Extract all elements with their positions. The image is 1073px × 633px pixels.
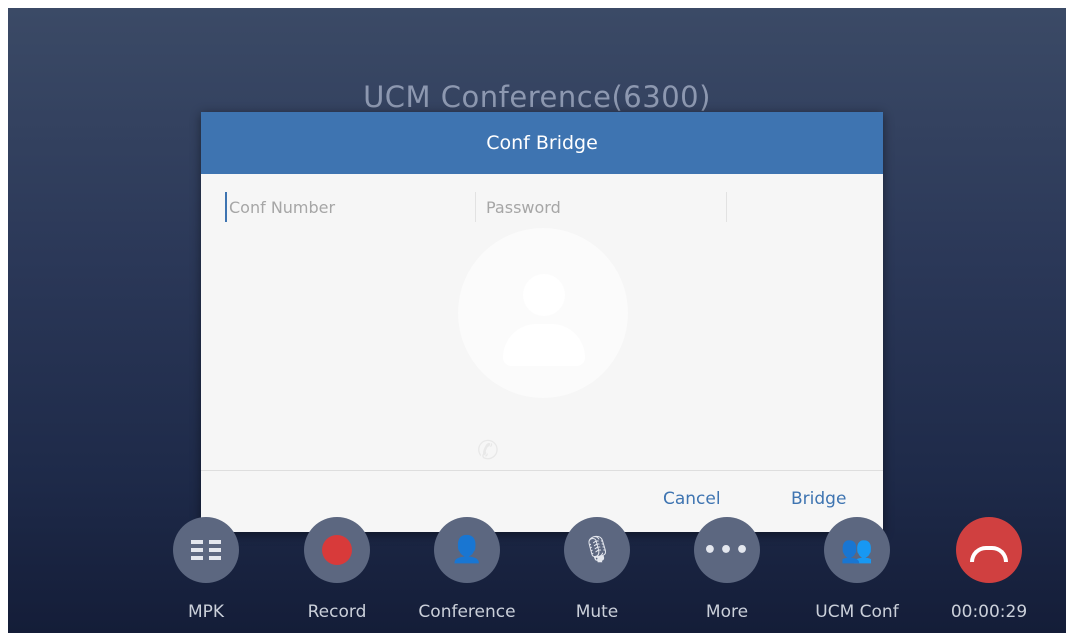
password-input[interactable]: Password (475, 192, 727, 222)
dialog-fields: Conf Number Password (201, 174, 883, 236)
record-control[interactable]: Record (282, 517, 392, 622)
mpk-control[interactable]: MPK (151, 517, 261, 622)
phone-icon: ✆ (477, 436, 499, 466)
dialog-title: Conf Bridge (201, 112, 883, 174)
record-dot-icon[interactable] (304, 517, 370, 583)
group-icon[interactable]: 👥 (824, 517, 890, 583)
conference-control[interactable]: 👤 Conference (412, 517, 522, 622)
mute-label: Mute (575, 602, 619, 622)
call-timer: 00:00:29 (950, 602, 1028, 622)
avatar-shoulders (503, 324, 585, 366)
more-label: More (705, 602, 749, 622)
more-control[interactable]: ••• More (672, 517, 782, 622)
ucm-conf-control[interactable]: 👥 UCM Conf (802, 517, 912, 622)
faded-call-info: ✆ (477, 436, 499, 466)
cancel-button[interactable]: Cancel (657, 485, 727, 513)
conf-number-input[interactable]: Conf Number (225, 192, 475, 222)
avatar-head (523, 274, 565, 316)
end-call-control[interactable]: 00:00:29 (934, 517, 1044, 622)
avatar-icon (458, 228, 628, 398)
more-dots-icon[interactable]: ••• (694, 517, 760, 583)
mute-control[interactable]: 🎙 Mute (542, 517, 652, 622)
mute-mic-icon[interactable]: 🎙 (564, 517, 630, 583)
dialog-body: ✆ (201, 228, 883, 470)
grid-icon[interactable] (173, 517, 239, 583)
bridge-button[interactable]: Bridge (785, 485, 852, 513)
add-person-icon[interactable]: 👤 (434, 517, 500, 583)
call-screen: UCM Conference(6300) Conf Bridge Conf Nu… (8, 8, 1066, 633)
ucm-conf-label: UCM Conf (815, 602, 899, 622)
call-title: UCM Conference(6300) (363, 80, 711, 114)
record-label: Record (307, 602, 367, 622)
mpk-label: MPK (187, 602, 225, 622)
hang-up-icon[interactable] (956, 517, 1022, 583)
conference-label: Conference (418, 602, 516, 622)
conf-bridge-dialog: Conf Bridge Conf Number Password ✆ Cance… (201, 112, 883, 532)
